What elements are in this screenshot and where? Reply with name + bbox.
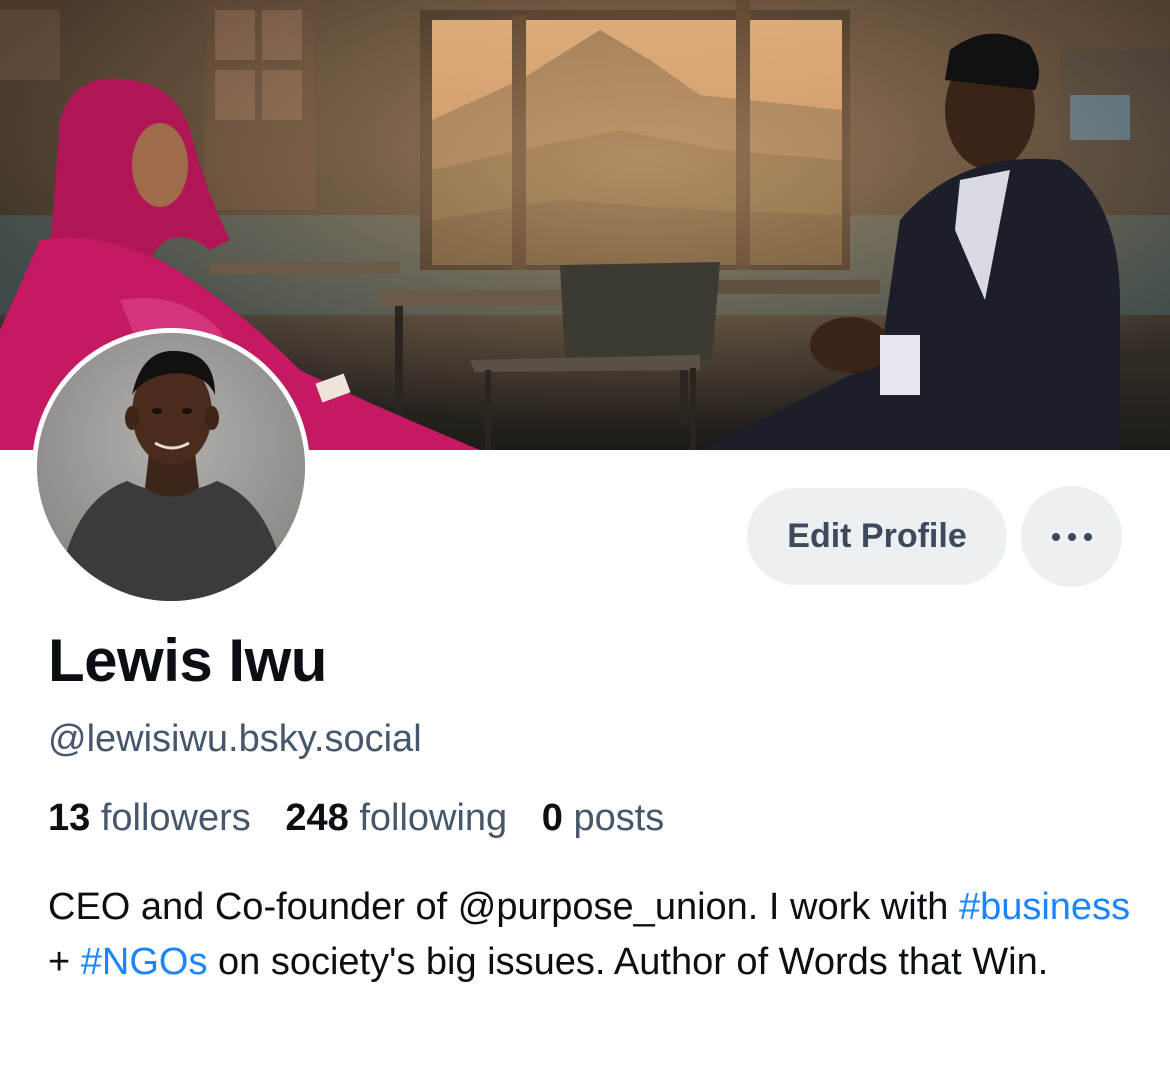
bio-text-part2: on society's big issues. Author of Words… [207, 941, 1049, 983]
profile-avatar[interactable] [32, 328, 310, 606]
hashtag-business-link[interactable]: #business [959, 886, 1130, 928]
following-count: 248 [285, 797, 349, 839]
following-label: following [359, 797, 508, 839]
avatar-image [37, 333, 305, 601]
followers-count: 13 [48, 797, 91, 839]
profile-display-name: Lewis Iwu [48, 627, 327, 694]
followers-link[interactable]: 13 followers [48, 795, 251, 841]
more-options-button[interactable] [1021, 486, 1122, 587]
edit-profile-button[interactable]: Edit Profile [747, 488, 1007, 585]
posts-stat: 0 posts [542, 795, 665, 841]
following-link[interactable]: 248 following [285, 795, 507, 841]
ellipsis-icon [1051, 532, 1092, 541]
followers-label: followers [100, 797, 251, 839]
posts-count: 0 [541, 797, 563, 839]
profile-bio: CEO and Co-founder of @purpose_union. I … [48, 880, 1138, 990]
profile-stats: 13 followers 248 following 0 posts [48, 795, 688, 841]
bio-text-part1: CEO and Co-founder of @purpose_union. I … [48, 886, 959, 928]
profile-page: Edit Profile Lewis Iwu @lewisiwu.bsky.so… [0, 0, 1170, 1074]
bio-plus: + [48, 941, 81, 983]
profile-handle: @lewisiwu.bsky.social [48, 718, 422, 760]
posts-label: posts [573, 797, 665, 839]
hashtag-ngos-link[interactable]: #NGOs [81, 941, 208, 983]
